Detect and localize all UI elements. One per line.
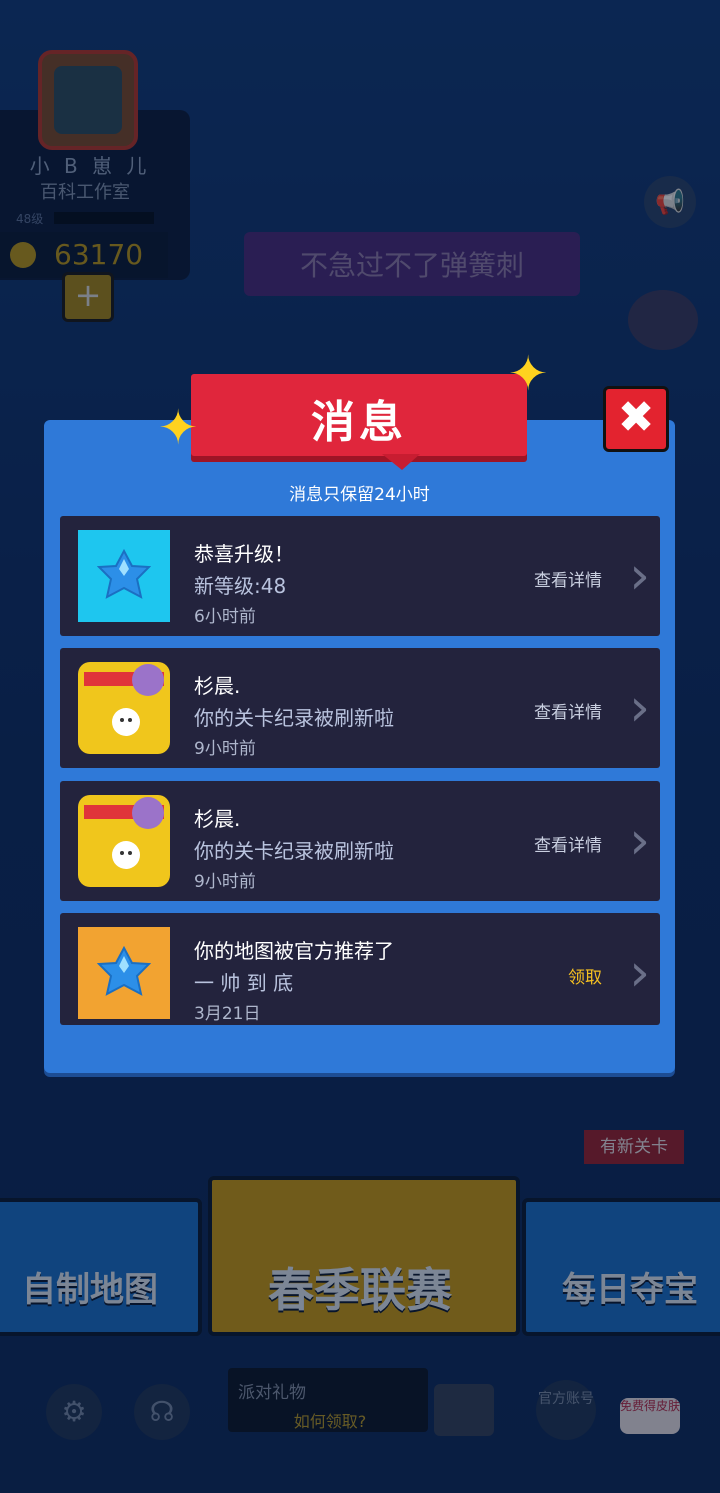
blue-gem-icon: [78, 927, 170, 1019]
message-body: 新等级:48: [194, 574, 287, 598]
message-time: 9小时前: [194, 739, 256, 759]
party-level-icon: [78, 795, 170, 887]
message-title: 恭喜升级！: [194, 542, 294, 566]
message-title: 杉晨.: [194, 807, 241, 831]
message-row[interactable]: 杉晨. 你的关卡纪录被刷新啦 9小时前 查看详情 ›: [60, 781, 660, 901]
chevron-right-icon[interactable]: ›: [629, 550, 650, 602]
star-icon: ✦: [158, 400, 199, 456]
view-details-link[interactable]: 查看详情: [534, 831, 602, 856]
blue-gem-icon: [78, 530, 170, 622]
message-body: 一 帅 到 底: [194, 971, 294, 995]
message-row[interactable]: 你的地图被官方推荐了 一 帅 到 底 3月21日 领取 ›: [60, 913, 660, 1025]
message-row[interactable]: 恭喜升级！ 新等级:48 6小时前 查看详情 ›: [60, 516, 660, 636]
message-time: 9小时前: [194, 872, 256, 892]
message-body: 你的关卡纪录被刷新啦: [194, 839, 394, 863]
message-row[interactable]: 杉晨. 你的关卡纪录被刷新啦 9小时前 查看详情 ›: [60, 648, 660, 768]
message-title: 杉晨.: [194, 674, 241, 698]
message-body: 你的关卡纪录被刷新啦: [194, 706, 394, 730]
close-button[interactable]: ✖: [603, 386, 669, 452]
message-time: 3月21日: [194, 1004, 261, 1024]
chevron-right-icon[interactable]: ›: [629, 815, 650, 867]
modal-title: 消息: [311, 397, 407, 448]
chevron-right-icon[interactable]: ›: [629, 947, 650, 999]
view-details-link[interactable]: 查看详情: [534, 698, 602, 723]
party-level-icon: [78, 662, 170, 754]
message-time: 6小时前: [194, 607, 256, 627]
claim-button[interactable]: 领取: [568, 963, 602, 988]
chevron-right-icon[interactable]: ›: [629, 682, 650, 734]
message-title: 你的地图被官方推荐了: [194, 939, 394, 963]
modal-subtitle: 消息只保留24小时: [289, 485, 430, 505]
ribbon-tail: [382, 454, 420, 470]
star-icon: ✦: [508, 346, 549, 402]
view-details-link[interactable]: 查看详情: [534, 566, 602, 591]
